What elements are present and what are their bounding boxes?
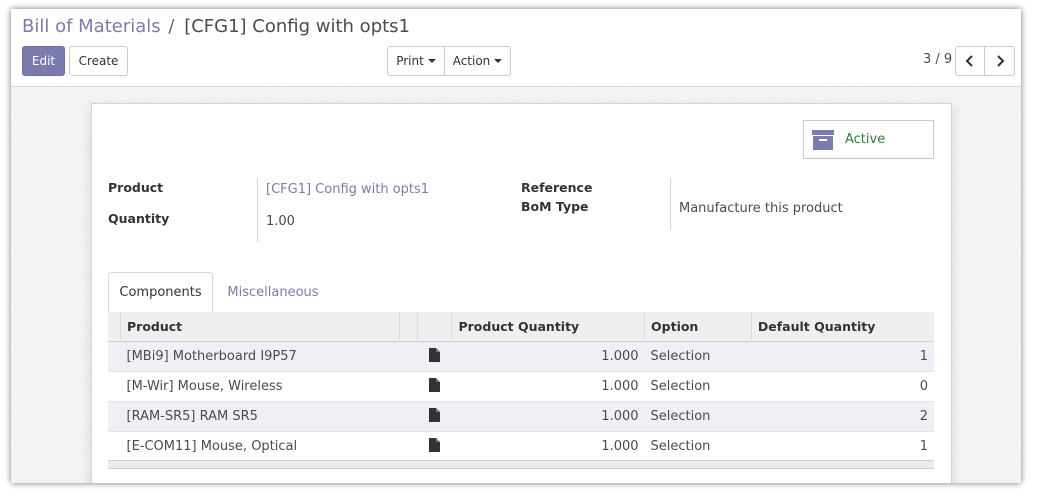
column-header-option[interactable]: Option xyxy=(644,312,752,342)
print-button-label: Print xyxy=(396,54,424,68)
archive-icon xyxy=(812,129,834,150)
quantity-label: Quantity xyxy=(108,211,170,226)
cell-attachment[interactable] xyxy=(417,431,452,461)
cell-product[interactable]: [M-Wir] Mouse, Wireless xyxy=(120,371,418,402)
cell-attachment[interactable] xyxy=(417,371,452,402)
notebook-tabs: Components Miscellaneous xyxy=(108,272,934,313)
table-row[interactable]: [MBi9] Motherboard I9P57 1.000 Selection… xyxy=(108,341,934,372)
column-header-product-quantity[interactable]: Product Quantity xyxy=(451,312,645,342)
control-panel: Bill of Materials / [CFG1] Config with o… xyxy=(11,9,1021,87)
file-icon xyxy=(429,377,441,392)
table-header-row: Product Product Quantity Option Default … xyxy=(108,312,934,342)
cell-attachment[interactable] xyxy=(417,341,452,372)
cell-option[interactable]: Selection xyxy=(644,431,752,461)
quantity-value: 1.00 xyxy=(266,214,295,229)
field-divider xyxy=(670,178,671,230)
row-handle-header xyxy=(108,312,121,342)
breadcrumb-separator: / xyxy=(168,16,175,37)
breadcrumb-parent-link[interactable]: Bill of Materials xyxy=(22,16,161,37)
cell-product-quantity[interactable]: 1.000 xyxy=(451,401,645,432)
bom-type-label: BoM Type xyxy=(521,199,589,214)
active-label: Active xyxy=(845,132,886,147)
active-toggle-button[interactable]: Active xyxy=(803,120,934,159)
column-header-product[interactable]: Product xyxy=(120,312,400,342)
column-header-spacer xyxy=(398,312,418,342)
cell-option[interactable]: Selection xyxy=(644,371,752,402)
action-button-label: Action xyxy=(452,54,491,68)
breadcrumb-current: [CFG1] Config with opts1 xyxy=(184,16,411,37)
caret-down-icon xyxy=(494,59,503,63)
cell-product-quantity[interactable]: 1.000 xyxy=(451,341,645,372)
edit-button-label: Edit xyxy=(31,54,56,68)
cell-option[interactable]: Selection xyxy=(644,341,752,372)
cell-default-quantity[interactable]: 1 xyxy=(751,431,934,461)
odoo-window: Bill of Materials / [CFG1] Config with o… xyxy=(11,9,1021,483)
tab-components-label: Components xyxy=(119,285,202,300)
cell-default-quantity[interactable]: 2 xyxy=(751,401,934,432)
product-value-link[interactable]: [CFG1] Config with opts1 xyxy=(266,182,429,197)
file-icon xyxy=(429,407,441,422)
product-label: Product xyxy=(108,180,164,195)
table-row[interactable]: [E-COM11] Mouse, Optical 1.000 Selection… xyxy=(108,431,934,461)
file-icon xyxy=(429,347,441,362)
cell-product[interactable]: [MBi9] Motherboard I9P57 xyxy=(120,341,418,372)
bom-type-value: Manufacture this product xyxy=(679,201,843,216)
edit-button[interactable]: Edit xyxy=(22,46,65,76)
action-dropdown-button[interactable]: Action xyxy=(444,46,511,76)
breadcrumb: Bill of Materials / [CFG1] Config with o… xyxy=(22,16,410,37)
caret-down-icon xyxy=(427,59,436,63)
field-divider xyxy=(257,178,258,242)
tab-components[interactable]: Components xyxy=(108,272,213,313)
cell-default-quantity[interactable]: 1 xyxy=(751,341,934,372)
cell-default-quantity[interactable]: 0 xyxy=(751,371,934,402)
chevron-right-icon xyxy=(996,55,1004,67)
cell-product-quantity[interactable]: 1.000 xyxy=(451,431,645,461)
form-sheet: Active Product [CFG1] Config with opts1 … xyxy=(91,103,952,483)
cell-product[interactable]: [RAM-SR5] RAM SR5 xyxy=(120,401,418,432)
components-table: Product Product Quantity Option Default … xyxy=(108,312,934,461)
table-footer xyxy=(108,460,934,469)
row-handle xyxy=(108,371,121,402)
cell-option[interactable]: Selection xyxy=(644,401,752,432)
row-handle xyxy=(108,401,121,432)
row-handle xyxy=(108,341,121,372)
create-button[interactable]: Create xyxy=(69,46,128,76)
cell-product-quantity[interactable]: 1.000 xyxy=(451,371,645,402)
create-button-label: Create xyxy=(78,54,119,68)
reference-label: Reference xyxy=(521,180,593,195)
pager-next-button[interactable] xyxy=(984,46,1015,76)
row-handle xyxy=(108,431,121,461)
column-header-attachment xyxy=(416,312,452,342)
tab-miscellaneous[interactable]: Miscellaneous xyxy=(218,272,328,312)
table-row[interactable]: [M-Wir] Mouse, Wireless 1.000 Selection … xyxy=(108,371,934,402)
file-icon xyxy=(429,437,441,452)
table-row[interactable]: [RAM-SR5] RAM SR5 1.000 Selection 2 xyxy=(108,401,934,432)
cell-product[interactable]: [E-COM11] Mouse, Optical xyxy=(120,431,418,461)
pager-value[interactable]: 3 / 9 xyxy=(923,52,952,67)
tab-miscellaneous-label: Miscellaneous xyxy=(227,284,319,300)
cell-attachment[interactable] xyxy=(417,401,452,432)
column-header-default-quantity[interactable]: Default Quantity xyxy=(750,312,934,342)
chevron-left-icon xyxy=(965,55,973,67)
pager-previous-button[interactable] xyxy=(955,46,985,76)
print-dropdown-button[interactable]: Print xyxy=(387,46,445,76)
